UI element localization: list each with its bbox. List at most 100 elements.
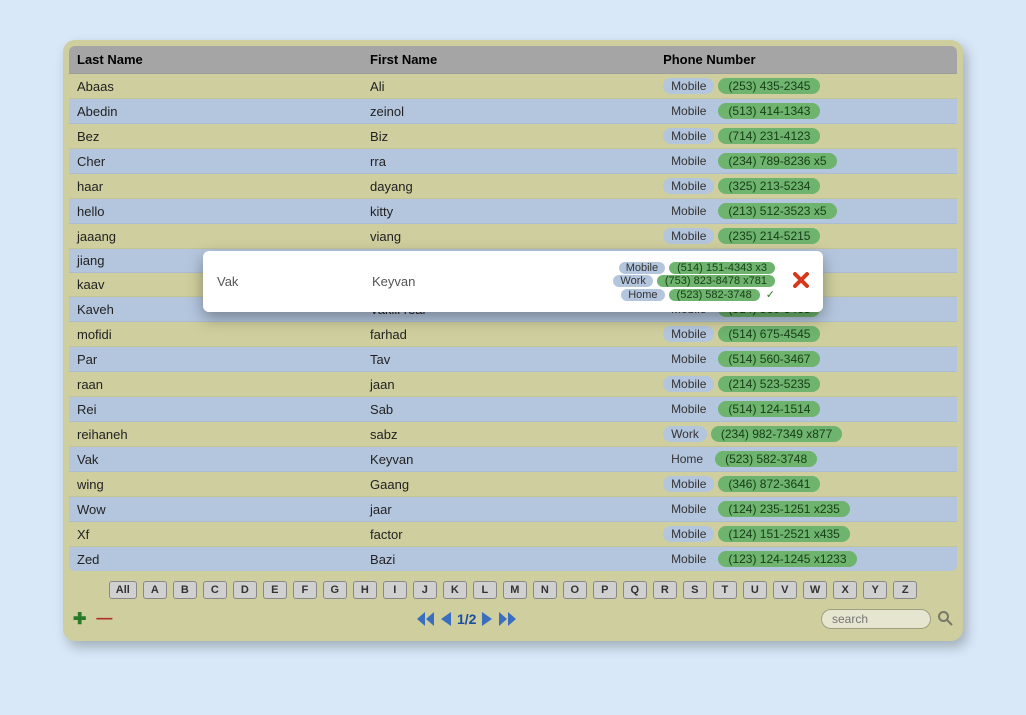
alpha-o-button[interactable]: O [563, 581, 587, 599]
alpha-q-button[interactable]: Q [623, 581, 647, 599]
phone-type-badge: Mobile [663, 376, 714, 392]
alpha-h-button[interactable]: H [353, 581, 377, 599]
phone-type-badge: Mobile [663, 178, 714, 194]
col-phone[interactable]: Phone Number [655, 46, 957, 74]
table-row[interactable]: jaaangviangMobile(235) 214-5215 [69, 224, 957, 249]
last-page-icon[interactable] [498, 612, 516, 626]
phone-type-badge: Mobile [663, 78, 714, 94]
table-row[interactable]: AbedinzeinolMobile(513) 414-1343 [69, 99, 957, 124]
cell-first: Ali [362, 74, 655, 99]
cell-first: rra [362, 149, 655, 174]
table-row[interactable]: AbaasAliMobile(253) 435-2345 [69, 74, 957, 99]
cell-phone: Mobile(514) 124-1514 [655, 397, 957, 422]
alpha-a-button[interactable]: A [143, 581, 167, 599]
alpha-i-button[interactable]: I [383, 581, 407, 599]
cell-first: Biz [362, 124, 655, 149]
page-indicator: 1/2 [457, 611, 476, 627]
phone-type-badge: Mobile [663, 203, 714, 219]
alpha-m-button[interactable]: M [503, 581, 527, 599]
phone-type-badge: Home [621, 289, 664, 301]
phone-type-badge: Mobile [663, 501, 714, 517]
alpha-z-button[interactable]: Z [893, 581, 917, 599]
contact-detail-popup: Vak Keyvan Mobile(514) 151-4343 x3Work(7… [203, 251, 823, 312]
table-row[interactable]: BezBizMobile(714) 231-4123 [69, 124, 957, 149]
cell-first: Gaang [362, 472, 655, 497]
cell-first: viang [362, 224, 655, 249]
phone-number-badge: (213) 512-3523 x5 [718, 203, 836, 219]
search-icon[interactable] [937, 610, 953, 629]
cell-phone: Mobile(514) 675-4545 [655, 322, 957, 347]
phone-number-badge: (523) 582-3748 [669, 289, 760, 301]
alpha-e-button[interactable]: E [263, 581, 287, 599]
alpha-t-button[interactable]: T [713, 581, 737, 599]
table-row[interactable]: ZedBaziMobile(123) 124-1245 x1233 [69, 547, 957, 572]
cell-last: Vak [69, 447, 362, 472]
phone-type-badge: Mobile [663, 351, 714, 367]
phone-number-badge: (214) 523-5235 [718, 376, 820, 392]
cell-phone: Mobile(214) 523-5235 [655, 372, 957, 397]
alpha-p-button[interactable]: P [593, 581, 617, 599]
phone-number-badge: (253) 435-2345 [718, 78, 820, 94]
table-row[interactable]: WowjaarMobile(124) 235-1251 x235 [69, 497, 957, 522]
cell-last: Zed [69, 547, 362, 572]
table-row[interactable]: ParTavMobile(514) 560-3467 [69, 347, 957, 372]
alpha-r-button[interactable]: R [653, 581, 677, 599]
alpha-n-button[interactable]: N [533, 581, 557, 599]
table-row[interactable]: mofidifarhadMobile(514) 675-4545 [69, 322, 957, 347]
alpha-f-button[interactable]: F [293, 581, 317, 599]
add-icon[interactable]: ✚ [73, 609, 86, 629]
table-row[interactable]: CherrraMobile(234) 789-8236 x5 [69, 149, 957, 174]
footer-row: ✚ — 1/2 [69, 609, 957, 631]
col-last-name[interactable]: Last Name [69, 46, 362, 74]
table-row[interactable]: VakKeyvanHome(523) 582-3748 [69, 447, 957, 472]
cell-last: haar [69, 174, 362, 199]
alpha-b-button[interactable]: B [173, 581, 197, 599]
table-row[interactable]: hellokittyMobile(213) 512-3523 x5 [69, 199, 957, 224]
alpha-j-button[interactable]: J [413, 581, 437, 599]
first-page-icon[interactable] [417, 612, 435, 626]
phone-number-badge: (346) 872-3641 [718, 476, 820, 492]
popup-first-name: Keyvan [372, 274, 552, 289]
alpha-y-button[interactable]: Y [863, 581, 887, 599]
table-row[interactable]: XffactorMobile(124) 151-2521 x435 [69, 522, 957, 547]
col-first-name[interactable]: First Name [362, 46, 655, 74]
table-row[interactable]: wingGaangMobile(346) 872-3641 [69, 472, 957, 497]
table-row[interactable]: reihanehsabzWork(234) 982-7349 x877 [69, 422, 957, 447]
alpha-l-button[interactable]: L [473, 581, 497, 599]
alpha-v-button[interactable]: V [773, 581, 797, 599]
phone-number-badge: (514) 151-4343 x3 [669, 262, 775, 274]
phone-type-badge: Work [663, 426, 707, 442]
cell-phone: Mobile(325) 213-5234 [655, 174, 957, 199]
table-row[interactable]: ReiSabMobile(514) 124-1514 [69, 397, 957, 422]
cell-phone: Mobile(514) 560-3467 [655, 347, 957, 372]
cell-phone: Mobile(213) 512-3523 x5 [655, 199, 957, 224]
prev-page-icon[interactable] [441, 612, 451, 626]
phone-number-badge: (514) 124-1514 [718, 401, 820, 417]
popup-last-name: Vak [217, 274, 372, 289]
alpha-g-button[interactable]: G [323, 581, 347, 599]
table-row[interactable]: haardayangMobile(325) 213-5234 [69, 174, 957, 199]
alpha-all-button[interactable]: All [109, 581, 137, 599]
alpha-s-button[interactable]: S [683, 581, 707, 599]
close-icon[interactable] [793, 272, 809, 291]
alpha-d-button[interactable]: D [233, 581, 257, 599]
check-icon: ✓ [766, 288, 775, 301]
alpha-u-button[interactable]: U [743, 581, 767, 599]
alpha-k-button[interactable]: K [443, 581, 467, 599]
table-row[interactable]: raanjaanMobile(214) 523-5235 [69, 372, 957, 397]
next-page-icon[interactable] [482, 612, 492, 626]
cell-phone: Mobile(253) 435-2345 [655, 74, 957, 99]
phone-number-badge: (234) 789-8236 x5 [718, 153, 836, 169]
alpha-w-button[interactable]: W [803, 581, 827, 599]
remove-icon[interactable]: — [96, 610, 112, 628]
alpha-c-button[interactable]: C [203, 581, 227, 599]
cell-phone: Mobile(123) 124-1245 x1233 [655, 547, 957, 572]
search-input[interactable] [821, 609, 931, 629]
phone-number-badge: (523) 582-3748 [715, 451, 817, 467]
cell-phone: Mobile(714) 231-4123 [655, 124, 957, 149]
phone-number-badge: (514) 560-3467 [718, 351, 820, 367]
cell-last: reihaneh [69, 422, 362, 447]
alpha-x-button[interactable]: X [833, 581, 857, 599]
popup-phone-row: Home (523) 582-3748 ✓ [552, 288, 775, 301]
cell-phone: Mobile(346) 872-3641 [655, 472, 957, 497]
